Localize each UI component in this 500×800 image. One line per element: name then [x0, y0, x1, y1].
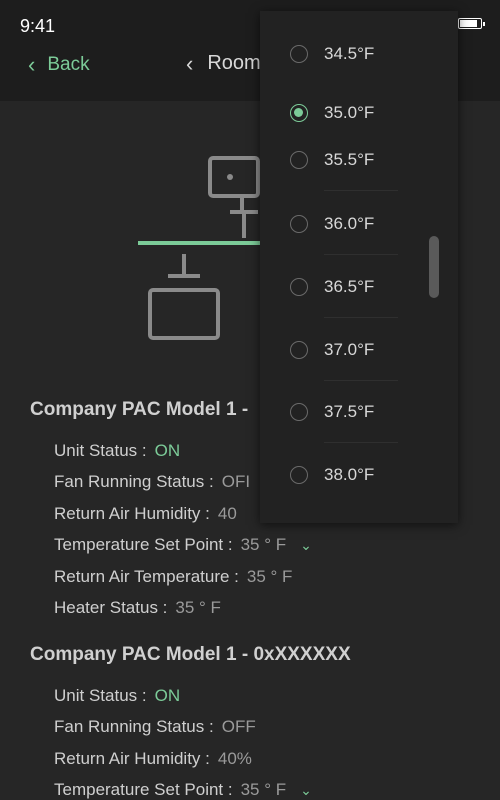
dropdown-option[interactable]: 35.5°F [260, 129, 458, 191]
row-value: ON [154, 440, 181, 460]
option-label: 34.5°F [324, 44, 375, 63]
battery-icon [458, 18, 485, 29]
row-value: 35 ° F [240, 535, 287, 555]
row-label: Fan Running Status : [54, 472, 214, 492]
dropdown-option[interactable]: 37.0°F [260, 319, 458, 381]
dropdown-option[interactable]: 34.5°F [260, 23, 458, 85]
set-point-row[interactable]: Temperature Set Point : 35 ° F ⌄ [30, 530, 470, 562]
option-label: 35.0°F [324, 103, 375, 122]
radio-selected-icon [290, 104, 308, 122]
row-label: Unit Status : [54, 440, 147, 460]
fan-status-row: Fan Running Status : OFF [30, 712, 470, 744]
option-label: 36.5°F [324, 277, 375, 296]
dropdown-option[interactable]: 37.5°F [260, 381, 458, 443]
page-title: Room [207, 52, 261, 74]
radio-icon [290, 466, 308, 484]
row-label: Fan Running Status : [54, 717, 214, 737]
row-value: OFI [221, 472, 251, 492]
row-value: 40% [217, 748, 252, 768]
radio-icon [290, 403, 308, 421]
pac-unit-diagram-icon [138, 156, 270, 340]
radio-icon [290, 341, 308, 359]
row-label: Return Air Humidity : [54, 503, 210, 523]
row-label: Temperature Set Point : [54, 535, 233, 555]
radio-icon [290, 151, 308, 169]
row-value: 40 [217, 503, 237, 523]
radio-icon [290, 215, 308, 233]
divider [324, 254, 398, 255]
humidity-row: Return Air Humidity : 40% [30, 743, 470, 775]
row-value: 35 ° F [240, 780, 287, 800]
set-point-row[interactable]: Temperature Set Point : 35 ° F ⌄ [30, 775, 470, 800]
return-temp-row: Return Air Temperature : 35 ° F [30, 561, 470, 593]
option-label: 36.0°F [324, 214, 375, 233]
divider [324, 190, 398, 191]
unit-status-row: Unit Status : ON [30, 680, 470, 712]
heater-status-row: Heater Status : 35 ° F [30, 593, 470, 625]
row-value: 35 ° F [246, 566, 293, 586]
row-value: ON [154, 685, 181, 705]
device-name: Company PAC Model 1 - 0xXXXXXX [30, 644, 351, 665]
chevron-down-icon[interactable]: ⌄ [300, 782, 312, 799]
row-label: Heater Status : [54, 598, 168, 618]
radio-icon [290, 278, 308, 296]
row-label: Temperature Set Point : [54, 780, 233, 800]
option-label: 38.0°F [324, 465, 375, 484]
back-button[interactable]: ‹ Back [28, 54, 90, 76]
dropdown-option[interactable]: 38.0°F [260, 444, 458, 506]
row-label: Return Air Temperature : [54, 566, 239, 586]
row-label: Unit Status : [54, 685, 147, 705]
row-value: OFF [221, 717, 256, 737]
option-label: 37.5°F [324, 402, 375, 421]
chevron-down-icon[interactable]: ⌄ [300, 537, 312, 554]
status-time: 9:41 [20, 16, 56, 36]
row-value: 35 ° F [175, 598, 221, 618]
chevron-left-icon: ‹ [28, 52, 36, 77]
back-label: Back [47, 54, 90, 75]
dropdown-scrollbar[interactable] [429, 236, 439, 298]
option-label: 35.5°F [324, 150, 375, 169]
row-label: Return Air Humidity : [54, 748, 210, 768]
divider [324, 442, 398, 443]
device-card-2: Company PAC Model 1 - 0xXXXXXX Unit Stat… [30, 644, 470, 800]
chevron-left-icon[interactable]: ‹ [186, 52, 193, 75]
radio-icon [290, 45, 308, 63]
divider [324, 317, 398, 318]
title-nav: ‹ Room [186, 52, 261, 75]
option-label: 37.0°F [324, 340, 375, 359]
